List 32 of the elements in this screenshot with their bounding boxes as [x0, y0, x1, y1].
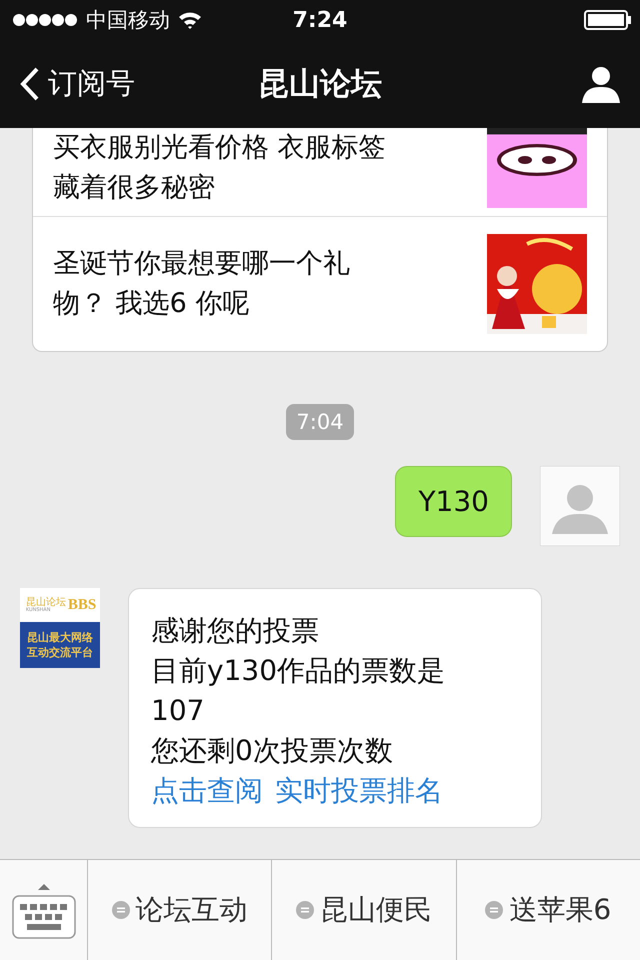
- profile-icon[interactable]: [582, 65, 620, 103]
- nav-title: 昆山论坛: [258, 65, 382, 104]
- back-chevron-icon: [20, 67, 40, 101]
- message-text: 目前y130作品的票数是: [151, 653, 446, 689]
- article-title: 买衣服别光看价格 衣服标签 藏着很多秘密: [53, 131, 387, 205]
- message-text: 107: [151, 693, 206, 729]
- sent-message-bubble: Y130: [395, 466, 512, 537]
- message-text: 感谢您的投票: [151, 613, 320, 649]
- menu-item[interactable]: 昆山便民: [272, 860, 457, 960]
- logo-bbs-text: BBS: [68, 596, 96, 614]
- message-link[interactable]: 实时投票排名: [275, 771, 443, 811]
- status-time: 7:24: [292, 8, 348, 32]
- menu-item[interactable]: 论坛互动: [88, 860, 272, 960]
- article-item[interactable]: 买衣服别光看价格 衣服标签 藏着很多秘密: [33, 128, 607, 217]
- message-text: 您还剩0次投票次数: [151, 733, 394, 769]
- article-item[interactable]: 圣诞节你最想要哪一个礼 物？ 我选6 你呢: [33, 217, 607, 351]
- battery-icon: [584, 10, 632, 30]
- menu-bullet-icon: [485, 901, 504, 919]
- logo-slogan: 互动交流平台: [27, 645, 93, 660]
- logo-text: 昆山论坛: [26, 598, 66, 608]
- user-avatar-icon: [540, 466, 620, 546]
- menu-bullet-icon: [296, 901, 314, 919]
- menu-bullet-icon: [112, 901, 130, 919]
- back-button[interactable]: 订阅号: [20, 64, 135, 104]
- article-title: 圣诞节你最想要哪一个礼 物？ 我选6 你呢: [53, 247, 351, 321]
- signal-icon: [12, 13, 78, 27]
- wifi-icon: [178, 11, 202, 29]
- message-link[interactable]: 点击查阅: [151, 771, 263, 811]
- timestamp: 7:04: [286, 404, 354, 440]
- menu-item[interactable]: 送苹果6: [456, 860, 640, 960]
- logo-slogan: 昆山最大网络: [27, 630, 93, 645]
- carrier-name: 中国移动: [86, 7, 170, 34]
